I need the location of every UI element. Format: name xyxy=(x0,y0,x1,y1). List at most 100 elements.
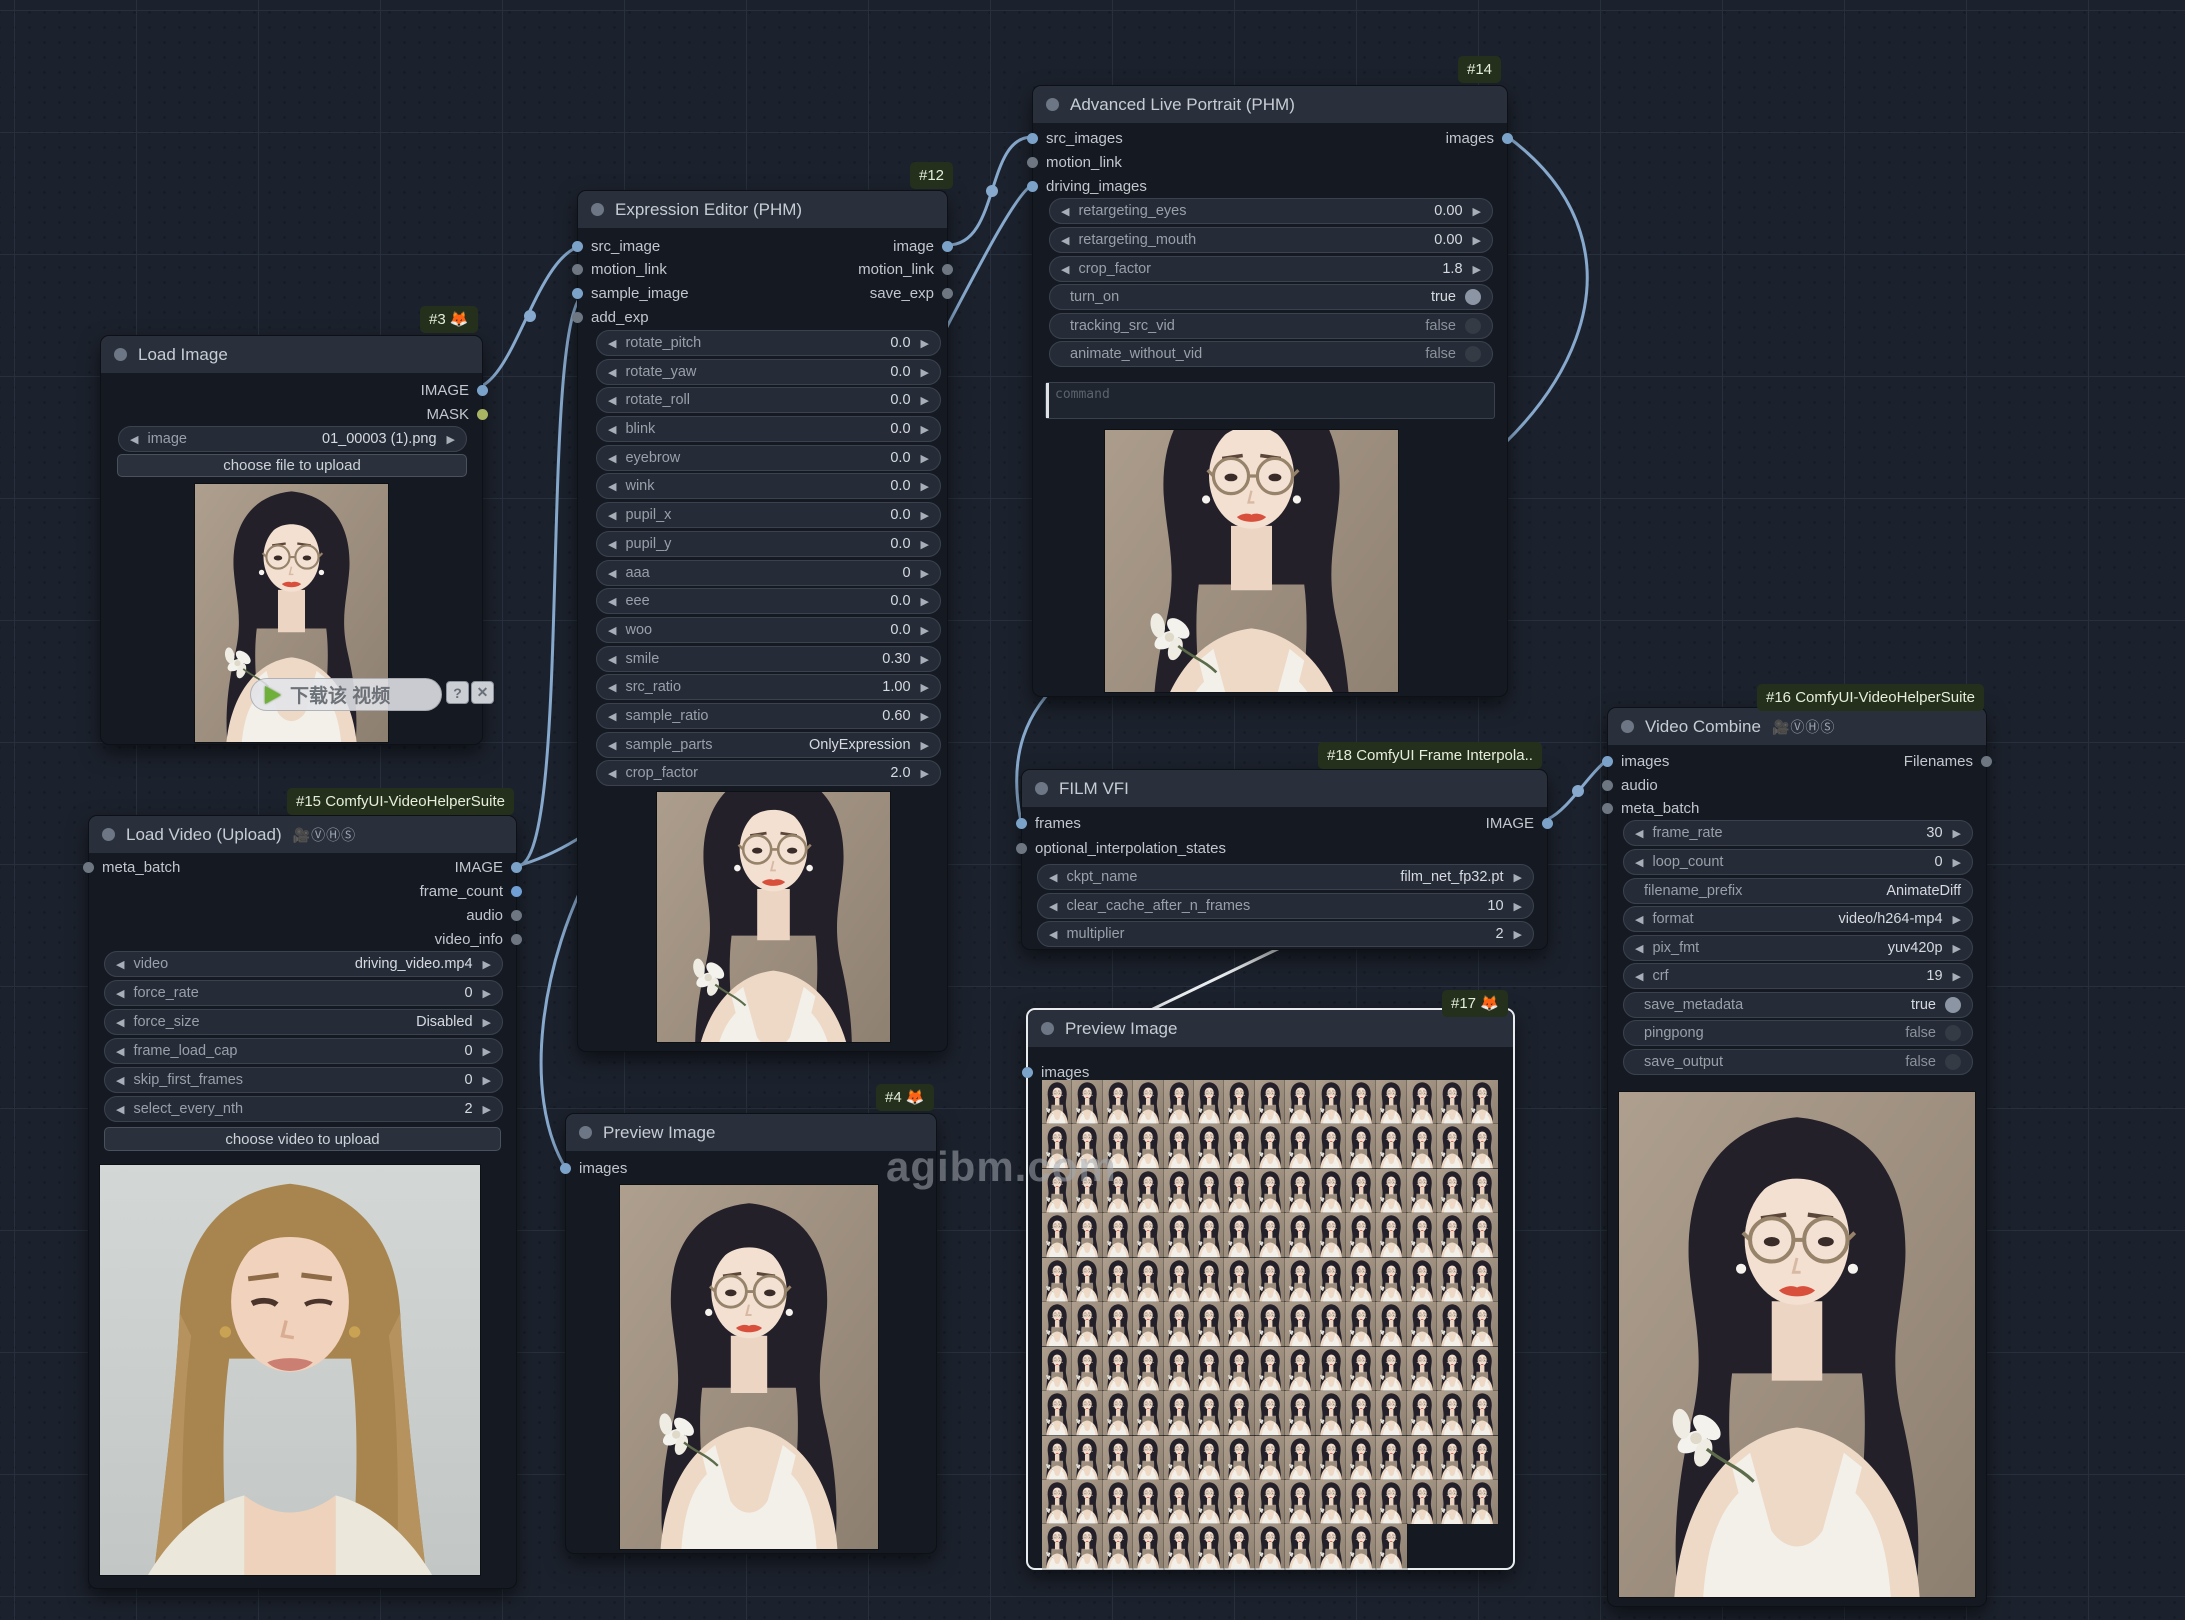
widget-crf[interactable]: ◀crf19▶ xyxy=(1623,963,1973,989)
prev-arrow-icon[interactable]: ◀ xyxy=(608,624,616,637)
input-frames[interactable]: frames xyxy=(1016,812,1081,834)
next-arrow-icon[interactable]: ▶ xyxy=(1953,913,1961,926)
collapse-dot-icon[interactable] xyxy=(579,1126,592,1139)
prev-arrow-icon[interactable]: ◀ xyxy=(116,987,124,1000)
toggle-animate-without-vid[interactable]: animate_without_vidfalse xyxy=(1049,341,1493,367)
video-download-overlay[interactable]: 下载该 视频 xyxy=(250,678,442,711)
input-audio[interactable]: audio xyxy=(1602,774,1658,796)
combined-video-preview[interactable] xyxy=(1618,1091,1976,1598)
port-dot[interactable] xyxy=(1016,818,1027,829)
overlay-help-button[interactable]: ? xyxy=(446,681,469,704)
prev-arrow-icon[interactable]: ◀ xyxy=(608,337,616,350)
toggle-save-metadata[interactable]: save_metadatatrue xyxy=(1623,992,1973,1018)
widget-select-every-nth[interactable]: ◀select_every_nth2▶ xyxy=(104,1096,503,1122)
toggle-icon[interactable] xyxy=(1945,997,1961,1013)
widget-pix-fmt[interactable]: ◀pix_fmtyuv420p▶ xyxy=(1623,935,1973,961)
widget-woo[interactable]: ◀woo0.0▶ xyxy=(596,617,941,643)
node-film-vfi[interactable]: FILM VFI frames optional_interpolation_s… xyxy=(1021,769,1548,950)
output-image[interactable]: IMAGE xyxy=(421,379,488,401)
widget-force-rate[interactable]: ◀force_rate0▶ xyxy=(104,980,503,1006)
port-dot[interactable] xyxy=(1602,756,1613,767)
collapse-dot-icon[interactable] xyxy=(1621,720,1634,733)
widget-multiplier[interactable]: ◀multiplier2▶ xyxy=(1037,921,1534,947)
next-arrow-icon[interactable]: ▶ xyxy=(1953,856,1961,869)
prev-arrow-icon[interactable]: ◀ xyxy=(1635,942,1643,955)
overlay-close-button[interactable]: ✕ xyxy=(471,681,494,704)
port-dot[interactable] xyxy=(511,910,522,921)
port-dot[interactable] xyxy=(1027,181,1038,192)
port-dot[interactable] xyxy=(942,241,953,252)
prev-arrow-icon[interactable]: ◀ xyxy=(608,366,616,379)
result-image-preview[interactable] xyxy=(1104,429,1399,693)
preview-image[interactable] xyxy=(619,1184,879,1550)
next-arrow-icon[interactable]: ▶ xyxy=(921,653,929,666)
widget-sample_ratio[interactable]: ◀sample_ratio0.60▶ xyxy=(596,703,941,729)
node-title-bar[interactable]: Preview Image xyxy=(1028,1010,1513,1047)
widget-loop-count[interactable]: ◀loop_count0▶ xyxy=(1623,849,1973,875)
next-arrow-icon[interactable]: ▶ xyxy=(1473,263,1481,276)
port-dot[interactable] xyxy=(942,288,953,299)
prev-arrow-icon[interactable]: ◀ xyxy=(1635,856,1643,869)
output-video-info[interactable]: video_info xyxy=(435,928,522,950)
next-arrow-icon[interactable]: ▶ xyxy=(921,394,929,407)
widget-retargeting-mouth[interactable]: ◀retargeting_mouth0.00▶ xyxy=(1049,227,1493,253)
next-arrow-icon[interactable]: ▶ xyxy=(921,567,929,580)
toggle-icon[interactable] xyxy=(1465,289,1481,305)
next-arrow-icon[interactable]: ▶ xyxy=(921,337,929,350)
prev-arrow-icon[interactable]: ◀ xyxy=(1061,263,1069,276)
toggle-icon[interactable] xyxy=(1945,1054,1961,1070)
widget-retargeting-eyes[interactable]: ◀retargeting_eyes0.00▶ xyxy=(1049,198,1493,224)
next-arrow-icon[interactable]: ▶ xyxy=(483,1045,491,1058)
next-arrow-icon[interactable]: ▶ xyxy=(1473,205,1481,218)
next-arrow-icon[interactable]: ▶ xyxy=(921,509,929,522)
port-dot[interactable] xyxy=(1981,756,1992,767)
input-add-exp[interactable]: add_exp xyxy=(572,306,649,328)
input-motion-link[interactable]: motion_link xyxy=(572,258,667,280)
node-preview-image-4[interactable]: Preview Image images xyxy=(565,1113,937,1554)
widget-image[interactable]: ◀ image 01_00003 (1).png ▶ xyxy=(118,426,467,452)
widget-format[interactable]: ◀formatvideo/h264-mp4▶ xyxy=(1623,906,1973,932)
input-sample-image[interactable]: sample_image xyxy=(572,282,689,304)
prev-arrow-icon[interactable]: ◀ xyxy=(1635,970,1643,983)
prev-arrow-icon[interactable]: ◀ xyxy=(130,433,138,446)
toggle-turn-on[interactable]: turn_ontrue xyxy=(1049,284,1493,310)
port-dot[interactable] xyxy=(1502,133,1513,144)
node-video-combine[interactable]: Video Combine 🎥ⓋⒽⓈ images audio meta_bat… xyxy=(1607,707,1987,1607)
port-dot[interactable] xyxy=(1542,818,1553,829)
toggle-icon[interactable] xyxy=(1465,346,1481,362)
widget-ckpt-name[interactable]: ◀ckpt_namefilm_net_fp32.pt▶ xyxy=(1037,864,1534,890)
next-arrow-icon[interactable]: ▶ xyxy=(921,423,929,436)
next-arrow-icon[interactable]: ▶ xyxy=(921,538,929,551)
node-title-bar[interactable]: Load Video (Upload) 🎥ⓋⒽⓈ xyxy=(89,816,516,853)
input-meta-batch[interactable]: meta_batch xyxy=(1602,797,1699,819)
prev-arrow-icon[interactable]: ◀ xyxy=(116,958,124,971)
prev-arrow-icon[interactable]: ◀ xyxy=(608,538,616,551)
port-dot[interactable] xyxy=(511,886,522,897)
node-title-bar[interactable]: Advanced Live Portrait (PHM) xyxy=(1033,86,1507,123)
next-arrow-icon[interactable]: ▶ xyxy=(483,1103,491,1116)
input-optional-interpolation-states[interactable]: optional_interpolation_states xyxy=(1016,837,1226,859)
node-title-bar[interactable]: FILM VFI xyxy=(1022,770,1547,807)
input-driving-images[interactable]: driving_images xyxy=(1027,175,1147,197)
prev-arrow-icon[interactable]: ◀ xyxy=(608,710,616,723)
input-images[interactable]: images xyxy=(1602,750,1669,772)
edited-image-preview[interactable] xyxy=(656,791,891,1043)
prev-arrow-icon[interactable]: ◀ xyxy=(608,480,616,493)
prev-arrow-icon[interactable]: ◀ xyxy=(116,1045,124,1058)
next-arrow-icon[interactable]: ▶ xyxy=(921,595,929,608)
video-frame-preview[interactable] xyxy=(99,1164,481,1576)
widget-crop_factor[interactable]: ◀crop_factor2.0▶ xyxy=(596,760,941,786)
collapse-dot-icon[interactable] xyxy=(1041,1022,1054,1035)
input-src-image[interactable]: src_image xyxy=(572,235,660,257)
prev-arrow-icon[interactable]: ◀ xyxy=(1061,234,1069,247)
next-arrow-icon[interactable]: ▶ xyxy=(921,366,929,379)
port-dot[interactable] xyxy=(477,409,488,420)
next-arrow-icon[interactable]: ▶ xyxy=(921,452,929,465)
input-motion-link[interactable]: motion_link xyxy=(1027,151,1122,173)
prev-arrow-icon[interactable]: ◀ xyxy=(1049,900,1057,913)
output-frame-count[interactable]: frame_count xyxy=(420,880,522,902)
next-arrow-icon[interactable]: ▶ xyxy=(483,1016,491,1029)
widget-src_ratio[interactable]: ◀src_ratio1.00▶ xyxy=(596,674,941,700)
next-arrow-icon[interactable]: ▶ xyxy=(1514,900,1522,913)
output-image[interactable]: image xyxy=(893,235,953,257)
